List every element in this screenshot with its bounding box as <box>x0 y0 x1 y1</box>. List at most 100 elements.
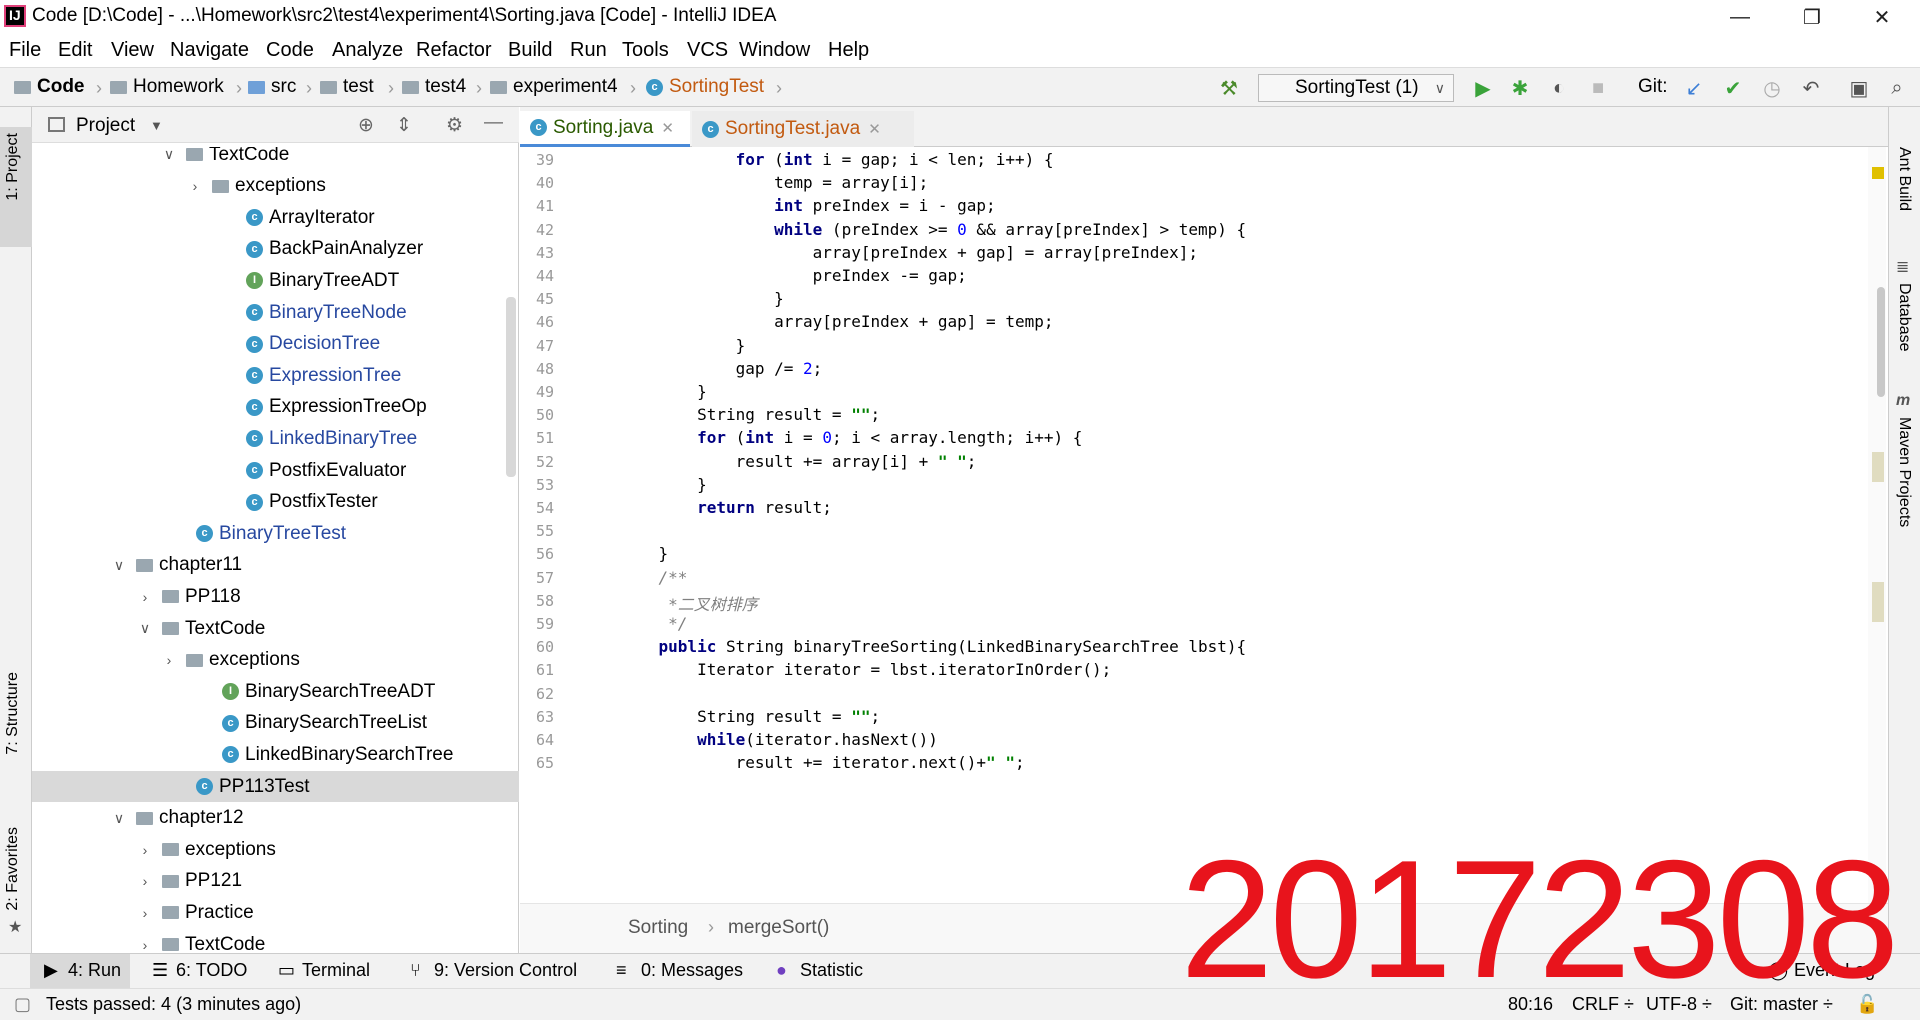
code-line[interactable]: return result; <box>620 498 832 517</box>
status-message[interactable]: Tests passed: 4 (3 minutes ago) <box>46 994 301 1015</box>
code-line[interactable]: array[preIndex + gap] = array[preIndex]; <box>620 243 1198 262</box>
tab-statistic[interactable]: Statistic <box>800 960 863 981</box>
git-history-icon[interactable]: ◷ <box>1761 77 1783 100</box>
chevron-right-icon[interactable]: › <box>136 873 154 889</box>
tree-item[interactable]: ∨ TextCode <box>32 147 519 170</box>
git-commit-icon[interactable]: ✔ <box>1722 77 1744 100</box>
tab-messages[interactable]: 0: Messages <box>641 960 743 981</box>
locate-icon[interactable]: ⊕ <box>358 114 374 137</box>
menu-vcs[interactable]: VCS <box>687 39 728 62</box>
tree-item[interactable]: c LinkedBinarySearchTree <box>32 739 519 770</box>
tab-sortingtest-java[interactable]: c SortingTest.java ✕ <box>692 111 914 147</box>
coverage-icon[interactable]: ◐ <box>1548 77 1570 99</box>
tree-item[interactable]: ∨ TextCode <box>32 613 519 644</box>
code-line[interactable]: int preIndex = i - gap; <box>620 196 996 215</box>
restore-icon[interactable]: ❐ <box>1782 0 1842 34</box>
stop-icon[interactable]: ■ <box>1587 77 1609 99</box>
code-line[interactable]: array[preIndex + gap] = temp; <box>620 312 1053 331</box>
code-line[interactable]: preIndex -= gap; <box>620 266 967 285</box>
chevron-down-icon[interactable]: ∨ <box>110 557 128 574</box>
close-tab-icon[interactable]: ✕ <box>868 120 881 138</box>
hide-panel-icon[interactable]: — <box>484 112 503 134</box>
debug-icon[interactable]: ✱ <box>1509 77 1531 100</box>
code-line[interactable]: for (int i = 0; i < array.length; i++) { <box>620 428 1082 447</box>
project-panel-title[interactable]: Project <box>76 115 135 137</box>
tree-item[interactable]: c PostfixEvaluator <box>32 455 519 486</box>
menu-help[interactable]: Help <box>828 39 869 62</box>
tree-item[interactable]: c LinkedBinaryTree <box>32 423 519 454</box>
tree-item[interactable]: c BinarySearchTreeList <box>32 708 519 739</box>
menu-navigate[interactable]: Navigate <box>170 39 249 62</box>
code-editor[interactable]: for (int i = gap; i < len; i++) { temp =… <box>620 147 1860 903</box>
chevron-down-icon[interactable]: ▼ <box>150 118 163 133</box>
tree-item[interactable]: › exceptions <box>32 171 519 202</box>
tree-item[interactable]: c BinaryTreeNode <box>32 297 519 328</box>
code-line[interactable]: *二叉树排序 <box>620 591 758 615</box>
tab-sorting-java[interactable]: c Sorting.java ✕ <box>520 111 690 147</box>
revert-icon[interactable]: ↶ <box>1800 77 1822 100</box>
status-panel-icon[interactable]: ▢ <box>14 994 31 1015</box>
tree-item[interactable]: c ExpressionTree <box>32 360 519 391</box>
chevron-right-icon[interactable]: › <box>136 842 154 858</box>
tree-item[interactable]: › PP121 <box>32 866 519 897</box>
chevron-right-icon[interactable]: › <box>160 652 178 668</box>
build-hammer-icon[interactable]: ⚒ <box>1218 77 1240 100</box>
tree-item[interactable]: I BinaryTreeADT <box>32 265 519 296</box>
chevron-right-icon[interactable]: › <box>186 178 204 194</box>
tree-item[interactable]: c BackPainAnalyzer <box>32 234 519 265</box>
tab-project[interactable]: 1: Project <box>4 133 22 201</box>
menu-edit[interactable]: Edit <box>58 39 92 62</box>
code-line[interactable]: while(iterator.hasNext()) <box>620 730 938 749</box>
run-icon[interactable]: ▶ <box>1472 77 1494 100</box>
chevron-down-icon[interactable]: ∨ <box>160 147 178 163</box>
code-line[interactable]: } <box>620 382 707 401</box>
code-line[interactable]: result += array[i] + " "; <box>620 452 977 471</box>
code-line[interactable]: gap /= 2; <box>620 359 823 378</box>
code-line[interactable]: } <box>620 336 746 355</box>
tree-item[interactable]: c BinaryTreeTest <box>32 518 519 549</box>
code-line[interactable]: } <box>620 289 784 308</box>
menu-file[interactable]: File <box>9 39 41 62</box>
breadcrumb-test[interactable]: test <box>320 76 374 98</box>
tree-item[interactable]: c ExpressionTreeOp <box>32 392 519 423</box>
breadcrumb-code[interactable]: Code <box>14 76 85 98</box>
breadcrumb-homework[interactable]: Homework <box>110 76 224 98</box>
tab-structure[interactable]: 7: Structure <box>4 672 22 755</box>
menu-view[interactable]: View <box>111 39 154 62</box>
code-line[interactable]: /** <box>620 568 688 587</box>
chevron-right-icon[interactable]: › <box>136 905 154 921</box>
tree-item[interactable]: c PP113Test <box>32 771 519 802</box>
tab-database[interactable]: Database <box>1895 283 1913 352</box>
tree-scrollbar[interactable] <box>506 297 516 477</box>
crumb-method[interactable]: mergeSort() <box>728 917 829 939</box>
tab-todo[interactable]: 6: TODO <box>176 960 247 981</box>
breadcrumb-sortingtest[interactable]: c SortingTest <box>646 76 764 98</box>
breadcrumb-test4[interactable]: test4 <box>402 76 466 98</box>
tab-terminal[interactable]: Terminal <box>302 960 370 981</box>
code-line[interactable]: for (int i = gap; i < len; i++) { <box>620 150 1054 169</box>
tree-item[interactable]: I BinarySearchTreeADT <box>32 676 519 707</box>
close-icon[interactable]: ✕ <box>1852 0 1912 34</box>
chevron-down-icon[interactable]: ∨ <box>136 620 154 637</box>
code-line[interactable]: result += iterator.next()+" "; <box>620 753 1025 772</box>
tree-item[interactable]: c ArrayIterator <box>32 202 519 233</box>
code-line[interactable]: temp = array[i]; <box>620 173 928 192</box>
menu-tools[interactable]: Tools <box>622 39 669 62</box>
code-line[interactable]: String result = ""; <box>620 405 880 424</box>
tab-ant-build[interactable]: Ant Build <box>1895 147 1913 211</box>
chevron-right-icon[interactable]: › <box>136 937 154 953</box>
breadcrumb-experiment4[interactable]: experiment4 <box>490 76 618 98</box>
run-config-select[interactable]: SortingTest (1) ∨ <box>1258 74 1454 102</box>
code-line[interactable]: while (preIndex >= 0 && array[preIndex] … <box>620 220 1246 239</box>
code-line[interactable]: String result = ""; <box>620 707 880 726</box>
gear-icon[interactable]: ⚙ <box>446 114 463 137</box>
tree-item[interactable]: › TextCode <box>32 929 519 954</box>
menu-window[interactable]: Window <box>739 39 810 62</box>
menu-refactor[interactable]: Refactor <box>416 39 492 62</box>
tree-item[interactable]: ∨ chapter12 <box>32 803 519 834</box>
tree-item[interactable]: › PP118 <box>32 581 519 612</box>
menu-build[interactable]: Build <box>508 39 552 62</box>
breadcrumb-src[interactable]: src <box>248 76 296 98</box>
menu-run[interactable]: Run <box>570 39 607 62</box>
crumb-class[interactable]: Sorting <box>628 917 688 939</box>
